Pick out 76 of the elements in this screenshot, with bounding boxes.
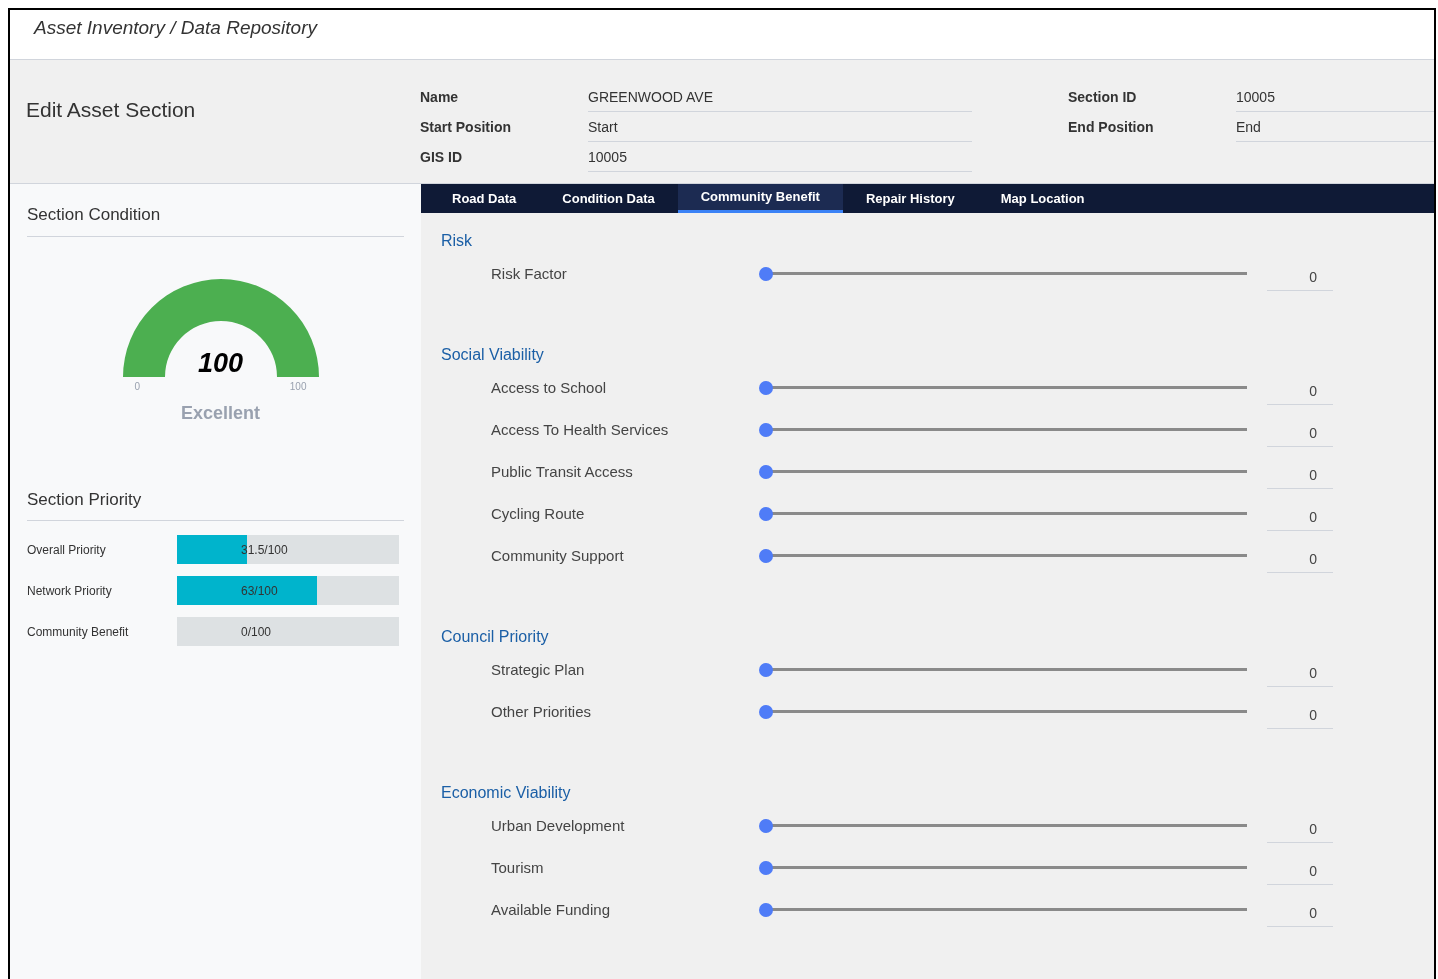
- slider[interactable]: [759, 663, 1247, 677]
- slider-thumb[interactable]: [759, 465, 773, 479]
- slider[interactable]: [759, 903, 1247, 917]
- slider-value: 0: [1267, 851, 1333, 885]
- field-label: End Position: [1068, 117, 1155, 137]
- field-value: 10005: [588, 142, 972, 172]
- slider-thumb[interactable]: [759, 705, 773, 719]
- slider[interactable]: [759, 549, 1247, 563]
- field-value: 10005: [1236, 82, 1434, 112]
- field-value: GREENWOOD AVE: [588, 82, 972, 112]
- slider[interactable]: [759, 861, 1247, 875]
- field-label: Start Position: [420, 117, 512, 137]
- field-value: End: [1236, 112, 1434, 142]
- slider[interactable]: [759, 381, 1247, 395]
- slider[interactable]: [759, 267, 1247, 281]
- slider-label: Public Transit Access: [490, 461, 634, 482]
- slider-value: 0: [1267, 413, 1333, 447]
- slider-value: 0: [1267, 893, 1333, 927]
- slider-label: Community Support: [490, 545, 625, 566]
- group-heading: Council Priority: [441, 627, 550, 647]
- priority-value: 0/100: [241, 624, 272, 641]
- group-heading: Economic Viability: [441, 783, 572, 803]
- gauge-min: 0: [134, 379, 141, 394]
- breadcrumb: Asset Inventory / Data Repository: [34, 17, 317, 38]
- slider-label: Urban Development: [490, 815, 626, 836]
- slider-label: Access To Health Services: [490, 419, 670, 440]
- slider-thumb[interactable]: [759, 819, 773, 833]
- field-label: GIS ID: [420, 147, 463, 167]
- slider-value: 0: [1267, 809, 1333, 843]
- slider-label: Available Funding: [490, 899, 611, 920]
- field-label: Section ID: [1068, 87, 1138, 107]
- tab[interactable]: Condition Data: [539, 184, 678, 213]
- condition-rating: Excellent: [180, 401, 260, 425]
- slider-value: 0: [1267, 695, 1333, 729]
- slider-label: Tourism: [490, 857, 545, 878]
- group-heading: Risk: [441, 231, 474, 251]
- slider-label: Other Priorities: [490, 701, 593, 722]
- slider-value: 0: [1267, 257, 1333, 291]
- priority-label: Overall Priority: [27, 541, 107, 559]
- slider-value: 0: [1267, 653, 1333, 687]
- slider-value: 0: [1267, 539, 1333, 573]
- tab[interactable]: Community Benefit: [677, 184, 843, 213]
- slider[interactable]: [759, 465, 1247, 479]
- section-heading: Section Priority: [27, 489, 142, 509]
- priority-label: Community Benefit: [27, 623, 130, 641]
- page-title: Edit Asset Section: [26, 98, 196, 121]
- tab[interactable]: Repair History: [842, 184, 978, 213]
- slider-thumb[interactable]: [759, 381, 773, 395]
- slider[interactable]: [759, 819, 1247, 833]
- slider-thumb[interactable]: [759, 267, 773, 281]
- field-label: Name: [420, 87, 460, 107]
- slider-label: Access to School: [490, 377, 608, 398]
- priority-value: 63/100: [241, 583, 278, 600]
- priority-label: Network Priority: [27, 582, 113, 600]
- slider-thumb[interactable]: [759, 861, 773, 875]
- slider-thumb[interactable]: [759, 663, 773, 677]
- slider-value: 0: [1267, 497, 1333, 531]
- group-heading: Social Viability: [441, 345, 545, 365]
- slider-thumb[interactable]: [759, 423, 773, 437]
- slider-thumb[interactable]: [759, 903, 773, 917]
- slider[interactable]: [759, 705, 1247, 719]
- slider-label: Strategic Plan: [490, 659, 586, 680]
- gauge-max: 100: [289, 379, 307, 394]
- section-heading: Section Condition: [27, 205, 161, 224]
- field-value: Start: [588, 112, 972, 142]
- condition-score: 100: [196, 349, 245, 377]
- slider-label: Cycling Route: [490, 503, 586, 524]
- tab[interactable]: Map Location: [977, 184, 1108, 213]
- slider-value: 0: [1267, 371, 1333, 405]
- tab[interactable]: Road Data: [429, 184, 540, 213]
- slider[interactable]: [759, 507, 1247, 521]
- slider[interactable]: [759, 423, 1247, 437]
- slider-value: 0: [1267, 455, 1333, 489]
- slider-label: Risk Factor: [490, 263, 568, 284]
- slider-thumb[interactable]: [759, 507, 773, 521]
- slider-thumb[interactable]: [759, 549, 773, 563]
